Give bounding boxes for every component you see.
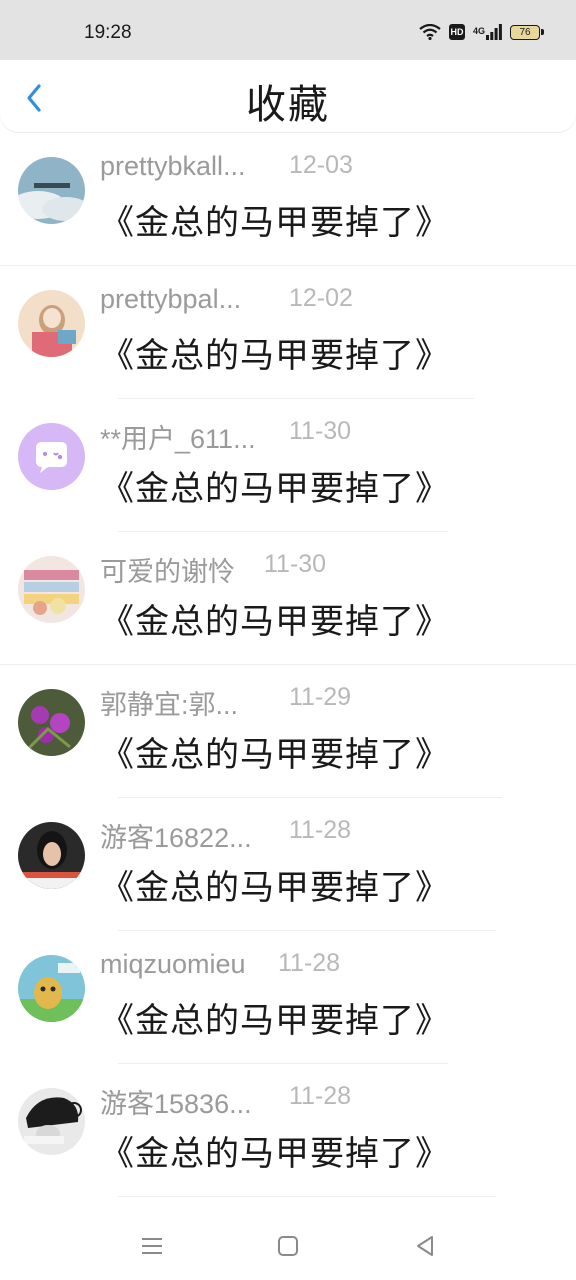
book-title[interactable]: 《金总的马甲要掉了》 bbox=[100, 727, 450, 776]
username[interactable]: 可爱的谢怜 bbox=[100, 550, 235, 589]
network-label: 4G bbox=[472, 26, 485, 36]
avatar-image bbox=[18, 157, 85, 224]
list-item[interactable]: 可爱的谢怜 11-30 《金总的马甲要掉了》 bbox=[0, 532, 576, 665]
book-title[interactable]: 《金总的马甲要掉了》 bbox=[100, 594, 450, 643]
avatar[interactable] bbox=[18, 290, 85, 357]
4g-signal-icon: 4G bbox=[473, 24, 502, 40]
avatar-image bbox=[18, 689, 85, 756]
avatar[interactable] bbox=[18, 157, 85, 224]
wifi-icon bbox=[419, 24, 441, 40]
list-item[interactable]: 郭静宜:郭... 11-29 《金总的马甲要掉了》 bbox=[0, 665, 576, 798]
username[interactable]: 游客15836... bbox=[100, 1082, 252, 1121]
avatar-image bbox=[18, 1088, 85, 1155]
battery-icon: 76 bbox=[510, 24, 544, 40]
book-title[interactable]: 《金总的马甲要掉了》 bbox=[100, 860, 450, 909]
menu-button[interactable] bbox=[138, 1232, 166, 1260]
menu-icon bbox=[142, 1238, 162, 1254]
default-avatar-icon bbox=[18, 423, 85, 490]
page-title: 收藏 bbox=[246, 82, 330, 128]
username[interactable]: 游客16822... bbox=[100, 816, 252, 855]
item-meta: prettybkall... 12-03 bbox=[100, 151, 560, 185]
date: 11-28 bbox=[278, 949, 341, 977]
status-time: 19:28 bbox=[84, 22, 132, 43]
date: 12-03 bbox=[289, 151, 353, 179]
signal-bars-icon bbox=[486, 24, 502, 40]
avatar-image bbox=[18, 556, 85, 623]
item-meta: **用户_611... 11-30 bbox=[100, 417, 560, 454]
hd-icon: HD bbox=[448, 24, 465, 40]
home-icon bbox=[278, 1236, 298, 1256]
avatar-image bbox=[18, 290, 85, 357]
favorites-list: prettybkall... 12-03 《金总的马甲要掉了》 prettybp… bbox=[0, 133, 576, 1197]
username[interactable]: **用户_611... bbox=[100, 417, 256, 456]
item-meta: 游客16822... 11-28 bbox=[100, 816, 560, 853]
date: 11-30 bbox=[289, 417, 352, 445]
book-title[interactable]: 《金总的马甲要掉了》 bbox=[100, 461, 450, 510]
avatar-image bbox=[18, 822, 85, 889]
date: 11-28 bbox=[289, 1082, 352, 1110]
divider bbox=[118, 1196, 496, 1197]
avatar[interactable] bbox=[18, 689, 85, 756]
book-title[interactable]: 《金总的马甲要掉了》 bbox=[100, 993, 450, 1042]
system-nav-bar bbox=[0, 1210, 576, 1280]
avatar[interactable] bbox=[18, 822, 85, 889]
avatar[interactable] bbox=[18, 955, 85, 1022]
list-item[interactable]: **用户_611... 11-30 《金总的马甲要掉了》 bbox=[0, 399, 576, 532]
username[interactable]: prettybkall... bbox=[100, 151, 246, 182]
book-title[interactable]: 《金总的马甲要掉了》 bbox=[100, 195, 450, 244]
date: 11-28 bbox=[289, 816, 352, 844]
list-item[interactable]: 游客15836... 11-28 《金总的马甲要掉了》 bbox=[0, 1064, 576, 1197]
status-icons: HD 4G 76 bbox=[419, 24, 544, 40]
book-title[interactable]: 《金总的马甲要掉了》 bbox=[100, 1126, 450, 1175]
list-item[interactable]: prettybpal... 12-02 《金总的马甲要掉了》 bbox=[0, 266, 576, 399]
item-meta: 可爱的谢怜 11-30 bbox=[100, 550, 560, 587]
date: 12-02 bbox=[289, 284, 353, 312]
date: 11-29 bbox=[289, 683, 352, 711]
item-meta: miqzuomieu 11-28 bbox=[100, 949, 560, 983]
username[interactable]: 郭静宜:郭... bbox=[100, 683, 238, 722]
back-nav-button[interactable] bbox=[412, 1232, 440, 1260]
status-bar: 19:28 HD 4G 76 bbox=[0, 0, 576, 60]
date: 11-30 bbox=[264, 550, 327, 578]
avatar[interactable] bbox=[18, 556, 85, 623]
avatar[interactable] bbox=[18, 1088, 85, 1155]
header: 收藏 bbox=[0, 60, 576, 132]
list-item[interactable]: 游客16822... 11-28 《金总的马甲要掉了》 bbox=[0, 798, 576, 931]
list-item[interactable]: miqzuomieu 11-28 《金总的马甲要掉了》 bbox=[0, 931, 576, 1064]
item-meta: prettybpal... 12-02 bbox=[100, 284, 560, 318]
item-meta: 郭静宜:郭... 11-29 bbox=[100, 683, 560, 720]
username[interactable]: prettybpal... bbox=[100, 284, 241, 315]
home-button[interactable] bbox=[274, 1232, 302, 1260]
back-triangle-icon bbox=[417, 1236, 433, 1256]
book-title[interactable]: 《金总的马甲要掉了》 bbox=[100, 328, 450, 377]
list-item[interactable]: prettybkall... 12-03 《金总的马甲要掉了》 bbox=[0, 133, 576, 266]
item-meta: 游客15836... 11-28 bbox=[100, 1082, 560, 1119]
username[interactable]: miqzuomieu bbox=[100, 949, 246, 980]
avatar-image bbox=[18, 955, 85, 1022]
avatar[interactable] bbox=[18, 423, 85, 490]
